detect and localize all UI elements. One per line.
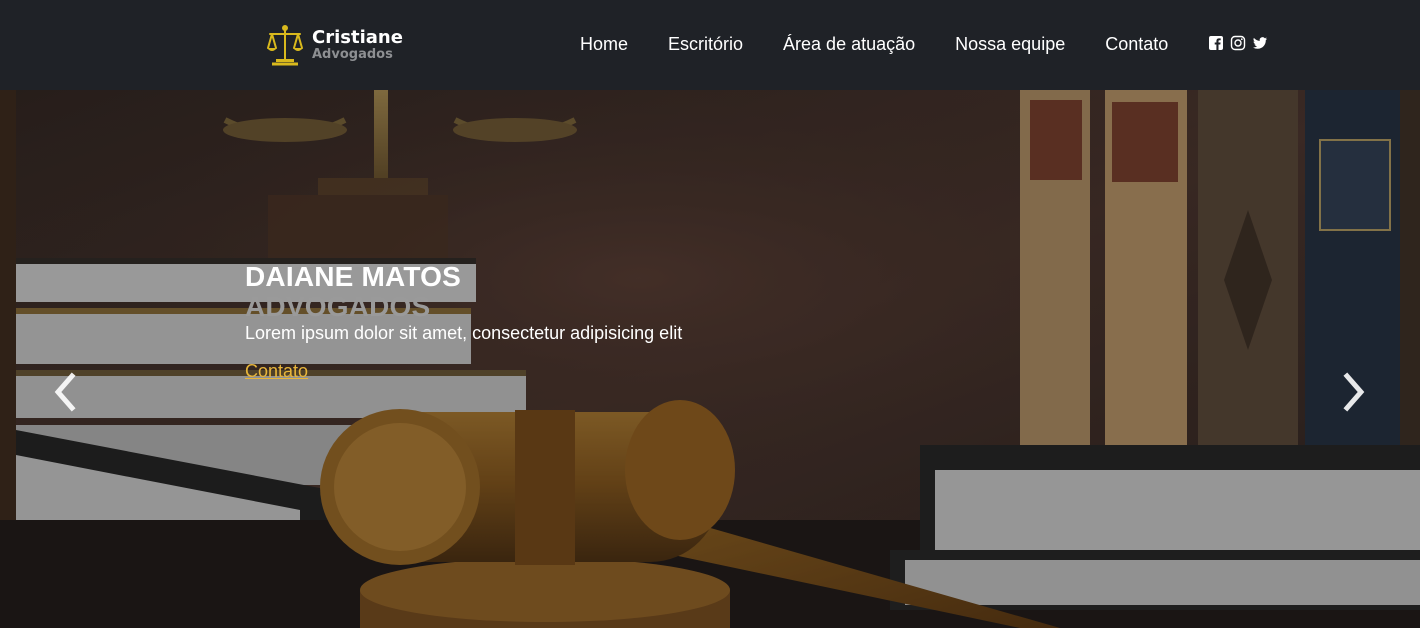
hero-caption: DAIANE MATOS ADVOGADOS Lorem ipsum dolor… (245, 262, 682, 382)
nav-item-area-de-atuacao: Área de atuação (783, 33, 915, 55)
main-menu: Home Escritório Área de atuação Nossa eq… (580, 33, 1208, 55)
nav-item-escritorio: Escritório (668, 33, 743, 55)
carousel-next-button[interactable] (1341, 372, 1369, 412)
navbar: Cristiane Advogados Home Escritório Área… (0, 0, 1420, 90)
nav-link-area-de-atuacao[interactable]: Área de atuação (783, 34, 915, 54)
carousel-prev-button[interactable] (50, 372, 78, 412)
hero-overlay (0, 90, 1420, 628)
nav-link-nossa-equipe[interactable]: Nossa equipe (955, 34, 1065, 54)
social-links (1208, 35, 1268, 51)
chevron-right-icon (1343, 372, 1365, 412)
scales-of-justice-icon (267, 25, 303, 66)
hero-carousel: DAIANE MATOS ADVOGADOS Lorem ipsum dolor… (0, 90, 1420, 628)
nav-item-home: Home (580, 33, 628, 55)
facebook-icon[interactable] (1208, 35, 1224, 51)
instagram-icon[interactable] (1230, 35, 1246, 51)
hero-subtitle: ADVOGADOS (245, 291, 431, 322)
nav-link-contato[interactable]: Contato (1105, 34, 1168, 54)
brand-name: Cristiane (312, 27, 403, 48)
nav-item-nossa-equipe: Nossa equipe (955, 33, 1065, 55)
hero-text: Lorem ipsum dolor sit amet, consectetur … (245, 323, 683, 343)
nav-link-home[interactable]: Home (580, 34, 628, 54)
hero-contact-link[interactable]: Contato (245, 361, 308, 382)
hero-title: DAIANE MATOS (245, 261, 462, 292)
nav-item-contato: Contato (1105, 33, 1168, 55)
brand-subtitle: Advogados (312, 47, 393, 62)
nav-link-escritorio[interactable]: Escritório (668, 34, 743, 54)
twitter-icon[interactable] (1252, 35, 1268, 51)
brand-logo-link[interactable]: Cristiane Advogados (266, 24, 403, 66)
chevron-left-icon (54, 372, 76, 412)
